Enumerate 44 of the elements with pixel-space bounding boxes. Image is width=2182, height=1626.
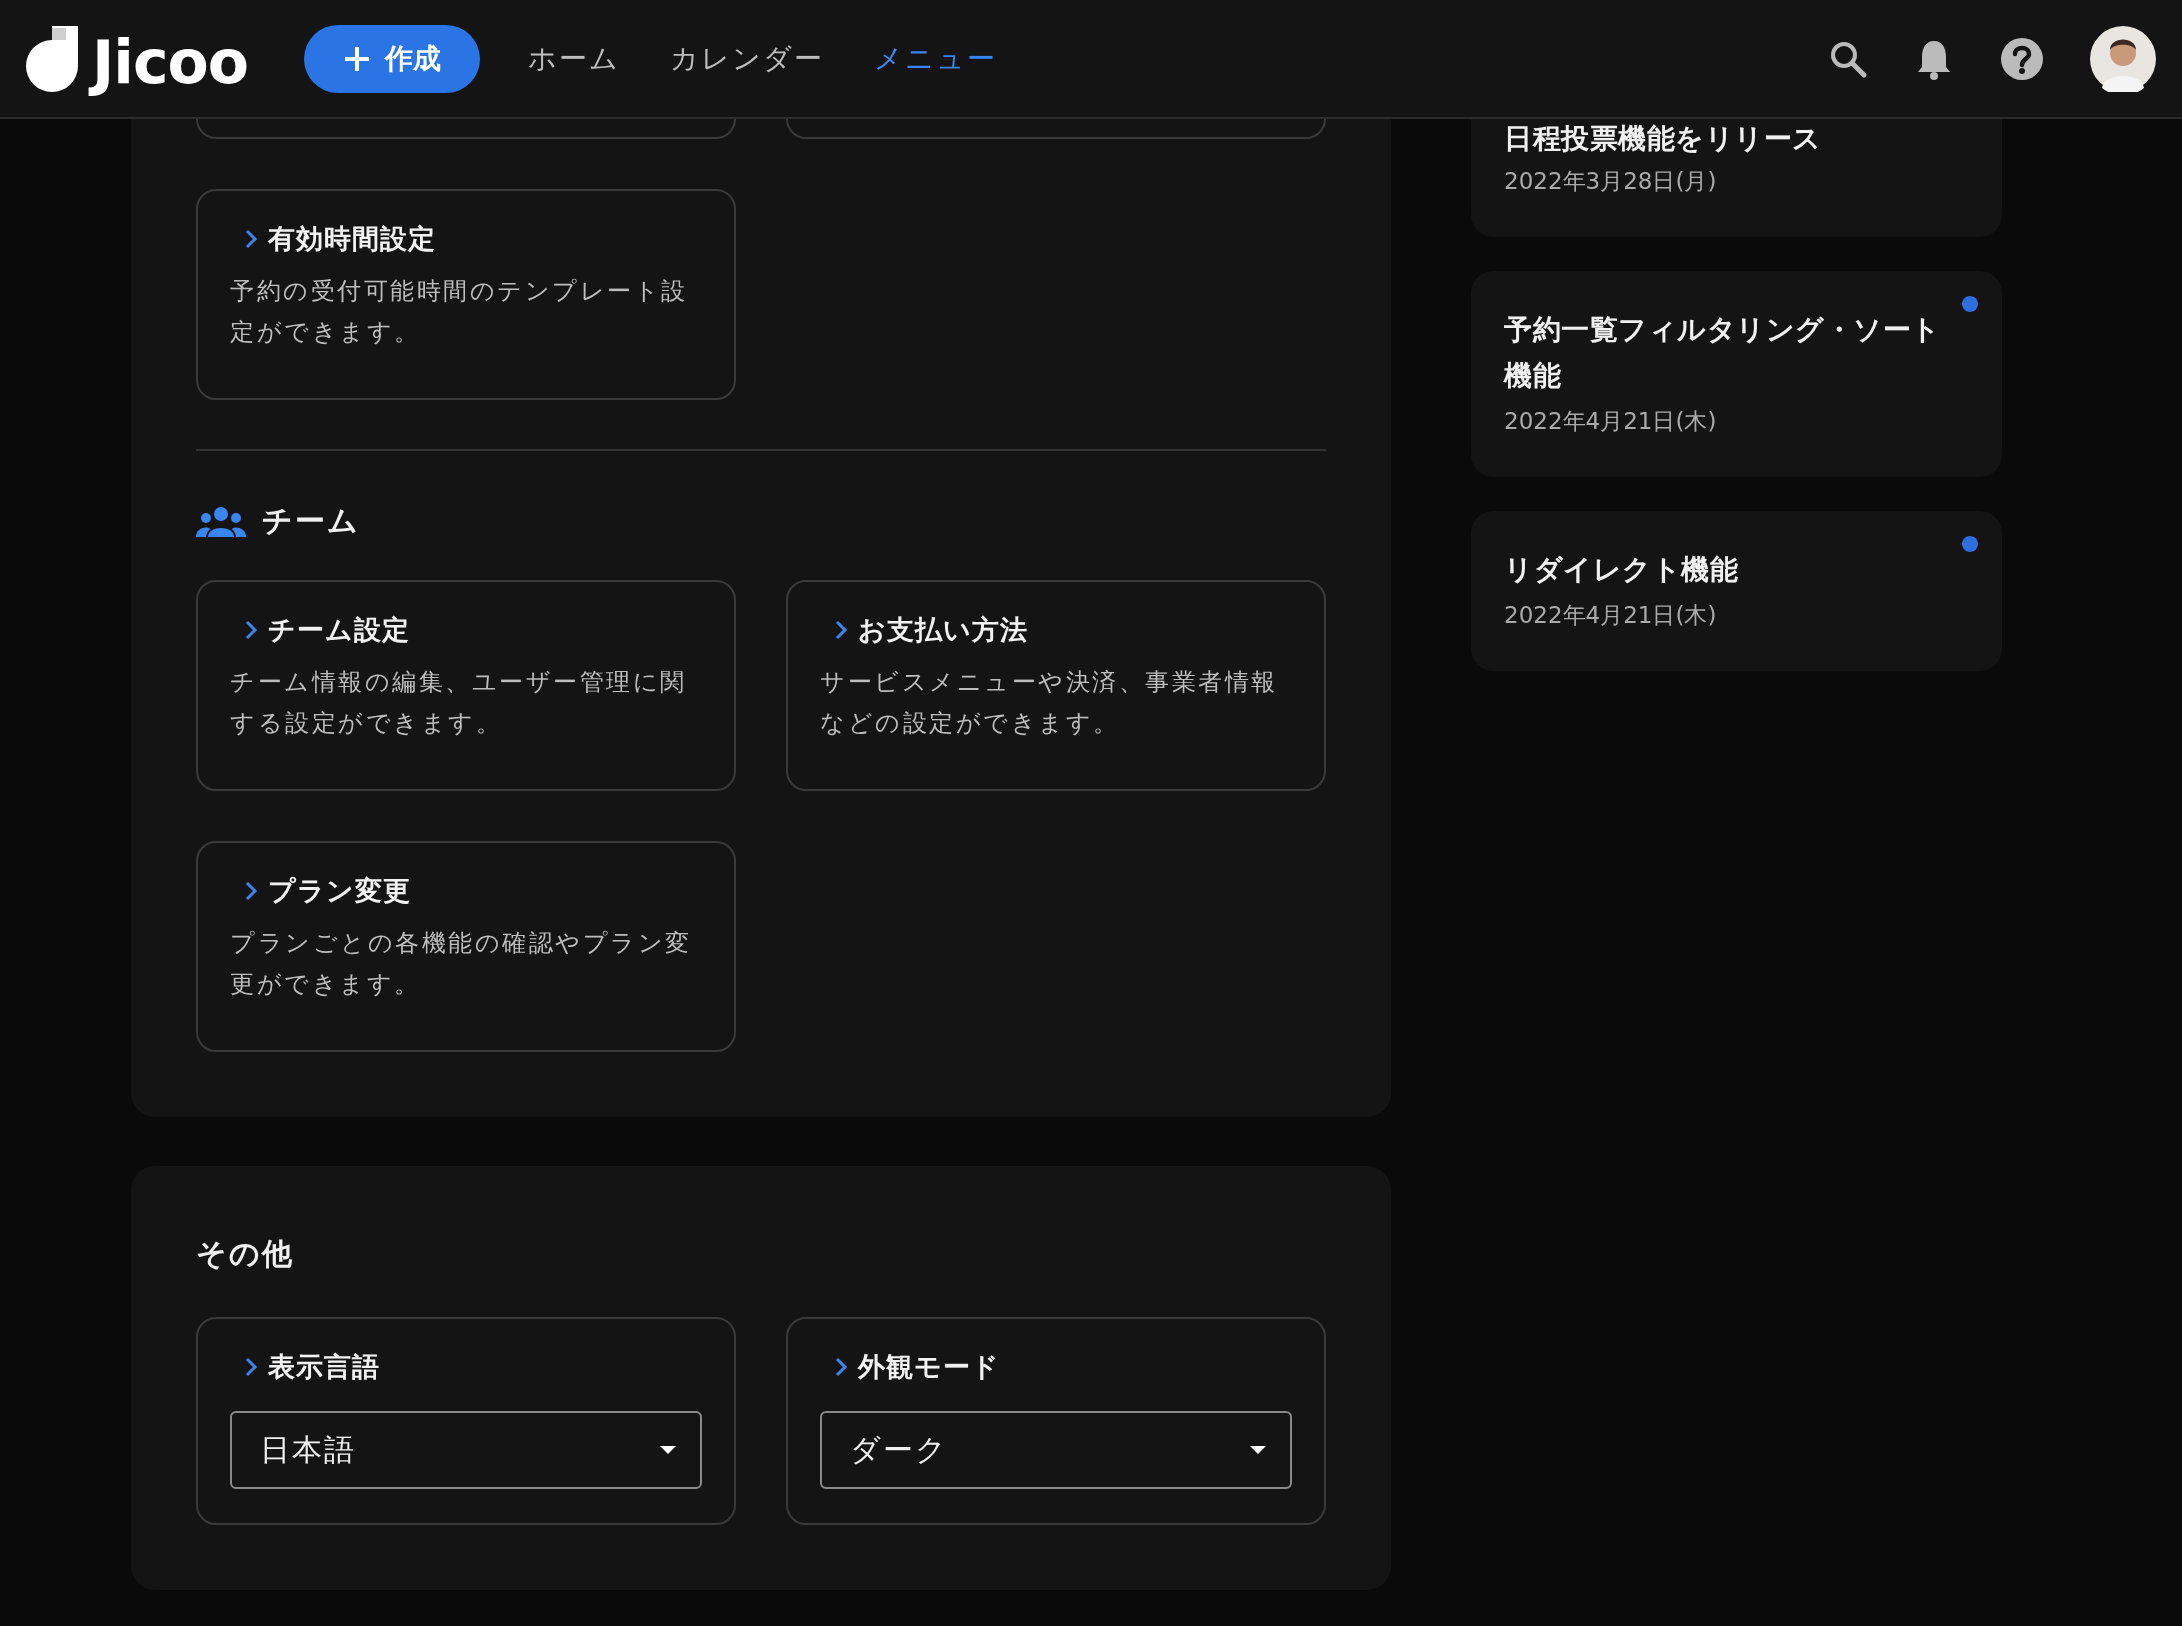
menu-card[interactable]: 有効時間設定 予約の受付可能時間のテンプレート設定ができます。: [196, 189, 736, 400]
card-title: 外観モード: [858, 1350, 1000, 1384]
plus-icon: [342, 44, 371, 73]
card-title: お支払い方法: [858, 613, 1028, 647]
card-title: 有効時間設定: [268, 222, 436, 256]
news-title: リダイレクト機能: [1504, 552, 1739, 588]
card-description: チーム情報の編集、ユーザー管理に関する設定ができます。: [230, 667, 688, 739]
news-date: 2022年4月21日(木): [1504, 407, 1718, 436]
avatar[interactable]: [2090, 25, 2156, 92]
dropdown[interactable]: ダーク: [820, 1411, 1292, 1489]
nav-tab[interactable]: メニュー: [873, 39, 997, 78]
team-icon: [196, 504, 246, 539]
menu-card[interactable]: プラン変更 プランごとの各機能の確認やプラン変更ができます。: [196, 841, 736, 1052]
news-title: 予約一覧フィルタリング・ソート機能: [1504, 312, 1942, 394]
card-title: プラン変更: [268, 874, 411, 908]
logo-icon: [26, 25, 78, 92]
chevron-icon: [834, 1356, 848, 1378]
card-description: サービスメニューや決済、事業者情報などの設定ができます。: [820, 667, 1279, 739]
section-heading: チーム: [262, 502, 360, 540]
dropdown-caret-icon: [1248, 1444, 1268, 1456]
help-icon[interactable]: [2000, 36, 2044, 81]
dropdown[interactable]: 日本語: [230, 1411, 702, 1489]
chevron-icon: [244, 619, 258, 641]
chevron-icon: [244, 228, 258, 250]
card-title: 表示言語: [268, 1350, 380, 1384]
create-button[interactable]: 作成: [303, 24, 480, 93]
dropdown-caret-icon: [658, 1444, 678, 1456]
news-title: 日程投票機能をリリース: [1504, 121, 1823, 157]
news-card[interactable]: 日程投票機能をリリース 2022年3月28日(月): [1471, 119, 2002, 237]
news-date: 2022年3月28日(月): [1504, 167, 1718, 196]
nav-tab[interactable]: ホーム: [527, 39, 620, 78]
chevron-icon: [244, 880, 258, 902]
nav-tab[interactable]: カレンダー: [669, 39, 824, 78]
chevron-icon: [244, 1356, 258, 1378]
card-description: 予約の受付可能時間のテンプレート設定ができます。: [230, 276, 689, 348]
menu-card[interactable]: チーム設定 チーム情報の編集、ユーザー管理に関する設定ができます。: [196, 580, 736, 791]
chevron-icon: [834, 619, 848, 641]
news-date: 2022年4月21日(木): [1504, 601, 1718, 630]
card-title: チーム設定: [268, 613, 410, 647]
card-description: プランごとの各機能の確認やプラン変更ができます。: [230, 928, 693, 1000]
news-card[interactable]: 予約一覧フィルタリング・ソート機能 2022年4月21日(木): [1471, 271, 2002, 477]
news-card[interactable]: リダイレクト機能 2022年4月21日(木): [1471, 511, 2002, 671]
menu-card[interactable]: お支払い方法 サービスメニューや決済、事業者情報などの設定ができます。: [786, 580, 1326, 791]
section-heading: その他: [196, 1235, 295, 1273]
